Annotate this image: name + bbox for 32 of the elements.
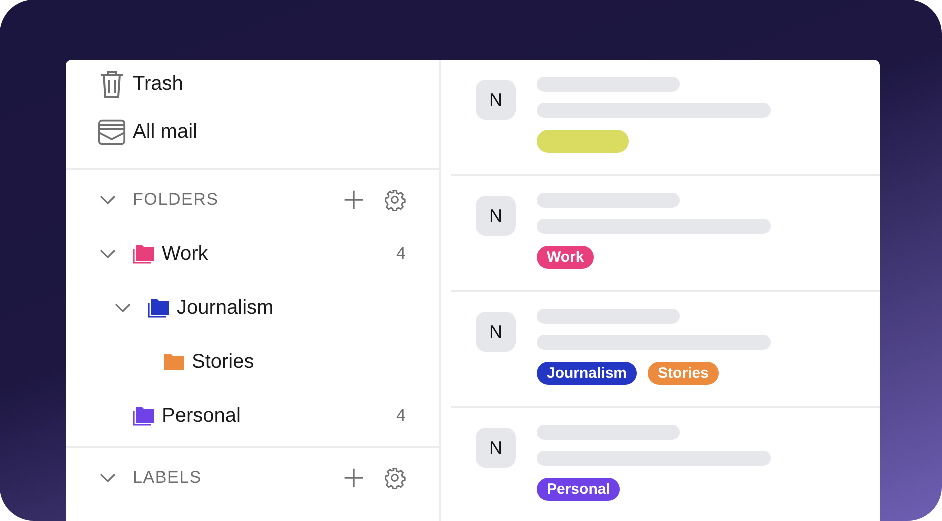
sidebar-item[interactable]: All mail xyxy=(66,108,439,156)
settings-icon[interactable] xyxy=(384,189,406,211)
count-text: 4 xyxy=(396,406,406,426)
message-item[interactable]: N Work xyxy=(451,176,880,292)
sidebar-item[interactable]: Trash xyxy=(66,60,439,108)
folder-item[interactable]: Work 4 xyxy=(66,227,439,281)
avatar: N xyxy=(476,312,516,352)
tag: Journalism xyxy=(537,362,638,385)
section-title: LABELS xyxy=(133,468,204,488)
count-text: 4 xyxy=(396,244,406,264)
section-title: FOLDERS xyxy=(133,190,220,210)
add-icon[interactable] xyxy=(343,189,365,211)
add-icon[interactable] xyxy=(343,467,365,489)
message-item[interactable]: N Journalism Stories xyxy=(451,292,880,408)
avatar: N xyxy=(476,196,516,236)
tag: Stories xyxy=(648,362,719,385)
trash-icon xyxy=(98,69,126,99)
mail-icon xyxy=(98,117,126,147)
folder-item[interactable]: Journalism xyxy=(66,281,439,335)
folder-item[interactable]: Stories xyxy=(66,335,439,389)
tag: Personal xyxy=(537,478,620,501)
tag: Work xyxy=(537,246,594,269)
settings-icon[interactable] xyxy=(384,467,406,489)
chevron-icon[interactable] xyxy=(100,249,116,259)
chevron-icon[interactable] xyxy=(100,195,116,205)
folder-item[interactable]: Personal 4 xyxy=(66,389,439,443)
avatar: N xyxy=(476,428,516,468)
chevron-icon[interactable] xyxy=(115,303,131,313)
message-item[interactable]: N Personal xyxy=(451,408,880,521)
chevron-icon[interactable] xyxy=(100,473,116,483)
avatar: N xyxy=(476,80,516,120)
message-item[interactable]: N xyxy=(451,60,880,176)
